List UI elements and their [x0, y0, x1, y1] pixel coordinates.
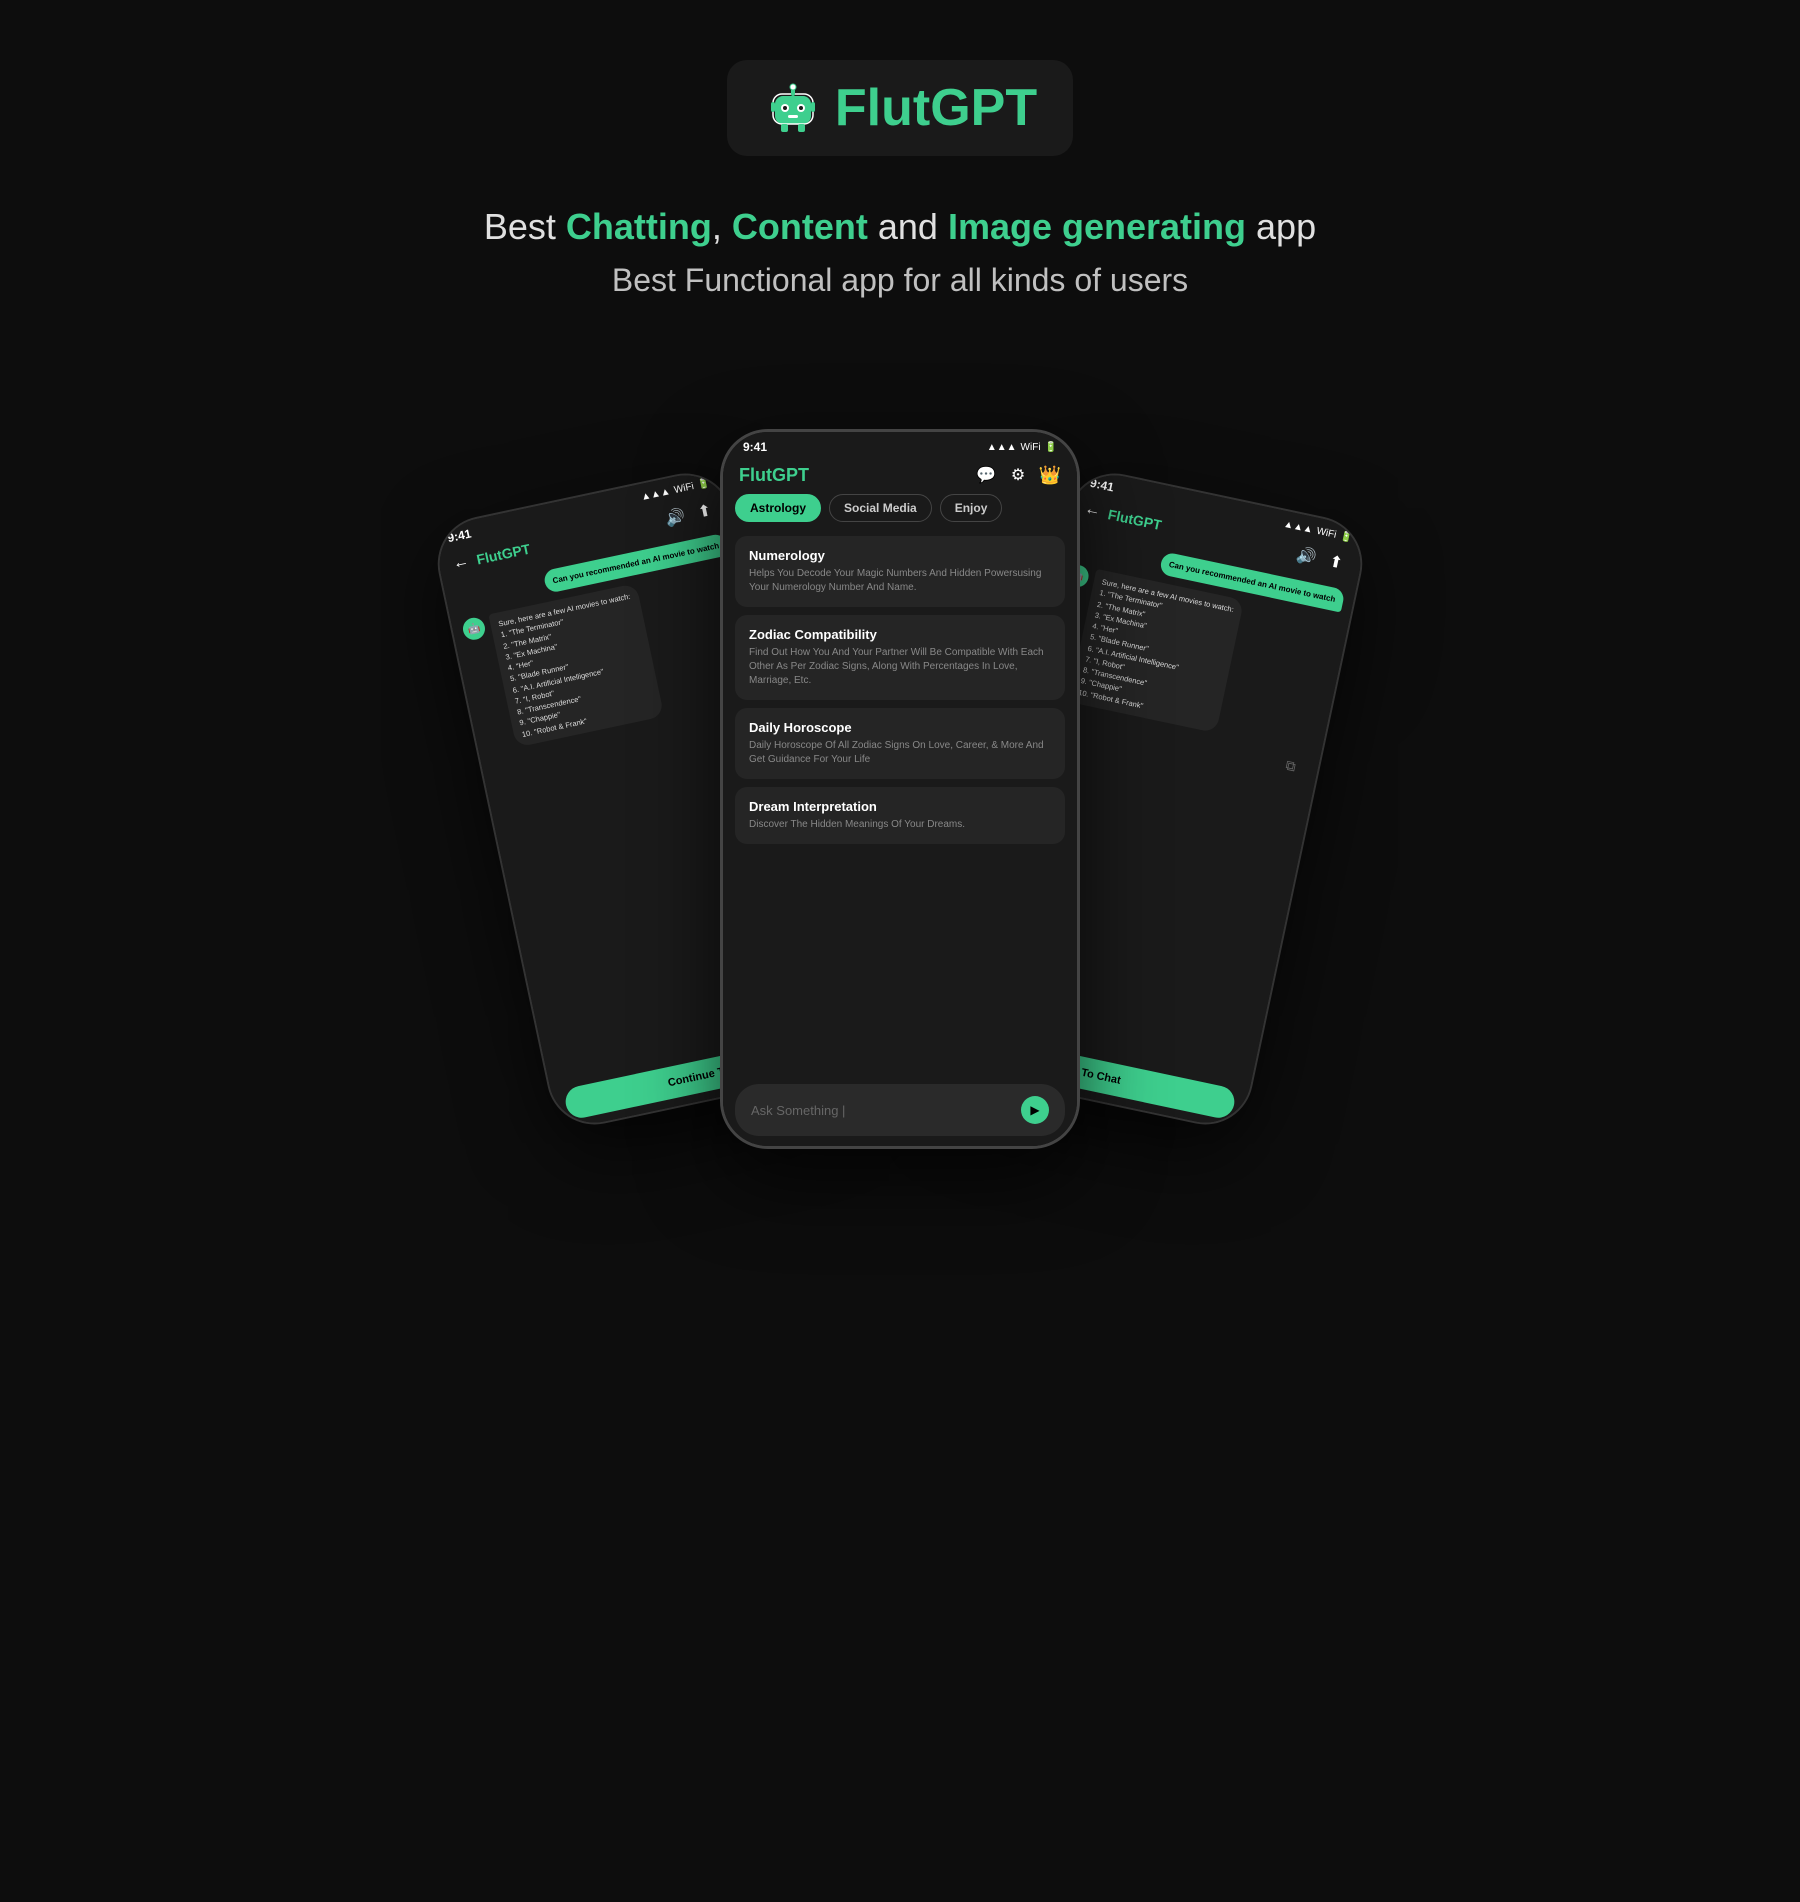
app-name-white-center: Flut	[739, 465, 772, 485]
battery-icon-center: 🔋	[1045, 442, 1057, 453]
wifi-icon: WiFi	[673, 481, 695, 496]
tagline-2: Best Functional app for all kinds of use…	[612, 262, 1188, 299]
category-title-zodiac: Zodiac Compatibility	[749, 627, 1051, 642]
category-title-dream: Dream Interpretation	[749, 799, 1051, 814]
tagline1-sep2: and	[868, 206, 948, 247]
bottom-bar-center: Ask Something | ▶	[723, 1074, 1077, 1146]
tagline1-sep1: ,	[712, 206, 732, 247]
phone-center-screen: 9:41 ▲▲▲ WiFi 🔋 FlutGPT 💬 ⚙ 👑	[723, 432, 1077, 1146]
app-logo-text: FlutGPT	[835, 78, 1037, 138]
category-card-zodiac[interactable]: Zodiac Compatibility Find Out How You An…	[735, 615, 1065, 700]
bot-message-left: Sure, here are a few AI movies to watch:…	[488, 583, 664, 747]
crown-icon-center[interactable]: 👑	[1039, 464, 1061, 486]
chat-header-right-left: 🔊 ⬆	[662, 498, 717, 530]
robot-logo-icon	[763, 78, 823, 138]
tagline1-word2: Content	[732, 206, 868, 247]
category-card-dream[interactable]: Dream Interpretation Discover The Hidden…	[735, 787, 1065, 844]
app-logo-right: FlutGPT	[1106, 506, 1163, 533]
tab-enjoy[interactable]: Enjoy	[940, 494, 1003, 522]
back-arrow-left[interactable]: ←	[451, 553, 470, 574]
ask-placeholder-center: Ask Something |	[751, 1103, 845, 1118]
category-list-center: Numerology Helps You Decode Your Magic N…	[723, 532, 1077, 1074]
tagline-1: Best Chatting, Content and Image generat…	[484, 206, 1316, 248]
signal-icon-center: ▲▲▲	[987, 442, 1017, 453]
chat-header-icons-right: 🔊 ⬆	[1294, 543, 1349, 575]
ask-input-center[interactable]: Ask Something | ▶	[735, 1084, 1065, 1136]
category-card-horoscope[interactable]: Daily Horoscope Daily Horoscope Of All Z…	[735, 708, 1065, 779]
status-icons-center: ▲▲▲ WiFi 🔋	[987, 442, 1057, 453]
category-desc-horoscope: Daily Horoscope Of All Zodiac Signs On L…	[749, 739, 1051, 767]
volume-icon-right[interactable]: 🔊	[1294, 543, 1320, 569]
app-header-center: FlutGPT 💬 ⚙ 👑	[723, 458, 1077, 494]
app-name-green-right: GPT	[1132, 511, 1163, 533]
tab-astrology[interactable]: Astrology	[735, 494, 821, 522]
app-name-white-left: Flut	[475, 547, 503, 568]
category-card-numerology[interactable]: Numerology Helps You Decode Your Magic N…	[735, 536, 1065, 607]
bot-message-right: Sure, here are a few AI movies to watch:…	[1068, 569, 1244, 733]
copy-icon-right[interactable]: ⧉	[1284, 757, 1297, 776]
app-name-white-right: Flut	[1106, 506, 1134, 527]
phones-area: 9:41 ▲▲▲ WiFi 🔋 ← FlutGPT 🔊 ⬆	[0, 369, 1800, 1469]
logo-container: FlutGPT	[727, 60, 1073, 156]
tagline1-word3: Image generating	[948, 206, 1246, 247]
category-desc-zodiac: Find Out How You And Your Partner Will B…	[749, 646, 1051, 688]
logo-white-part: Flut	[835, 79, 930, 137]
category-desc-numerology: Helps You Decode Your Magic Numbers And …	[749, 567, 1051, 595]
bot-avatar-left: 🤖	[461, 616, 487, 642]
volume-icon-left[interactable]: 🔊	[662, 504, 688, 530]
phone-center: 9:41 ▲▲▲ WiFi 🔋 FlutGPT 💬 ⚙ 👑	[720, 429, 1080, 1149]
settings-icon-center[interactable]: ⚙	[1007, 464, 1029, 486]
tab-social-media[interactable]: Social Media	[829, 494, 932, 522]
chat-icon-center[interactable]: 💬	[975, 464, 997, 486]
signal-icon-right: ▲▲▲	[1283, 518, 1314, 535]
signal-icon: ▲▲▲	[640, 486, 671, 503]
app-name-green-center: GPT	[772, 465, 809, 485]
category-title-numerology: Numerology	[749, 548, 1051, 563]
category-title-horoscope: Daily Horoscope	[749, 720, 1051, 735]
tagline1-word1: Chatting	[566, 206, 712, 247]
share-icon-right[interactable]: ⬆	[1323, 549, 1349, 575]
tab-bar-center: Astrology Social Media Enjoy	[723, 494, 1077, 532]
status-bar-center: 9:41 ▲▲▲ WiFi 🔋	[723, 432, 1077, 458]
app-logo-center: FlutGPT	[739, 465, 809, 486]
status-time-left: 9:41	[446, 526, 472, 545]
back-arrow-right[interactable]: ←	[1083, 500, 1102, 521]
app-logo-left: FlutGPT	[475, 541, 532, 568]
ask-send-button[interactable]: ▶	[1021, 1096, 1049, 1124]
status-time-center: 9:41	[743, 440, 767, 454]
tagline1-suffix: app	[1246, 206, 1316, 247]
wifi-icon-right: WiFi	[1316, 525, 1338, 540]
status-time-right: 9:41	[1089, 476, 1115, 495]
share-icon-left[interactable]: ⬆	[692, 498, 718, 524]
header-icons-center: 💬 ⚙ 👑	[975, 464, 1061, 486]
wifi-icon-center: WiFi	[1021, 442, 1041, 453]
tagline1-prefix: Best	[484, 206, 566, 247]
battery-icon: 🔋	[696, 477, 710, 490]
logo-green-part: GPT	[930, 79, 1037, 137]
battery-icon-right: 🔋	[1339, 530, 1353, 543]
category-desc-dream: Discover The Hidden Meanings Of Your Dre…	[749, 818, 1051, 832]
app-name-green-left: GPT	[500, 541, 531, 563]
